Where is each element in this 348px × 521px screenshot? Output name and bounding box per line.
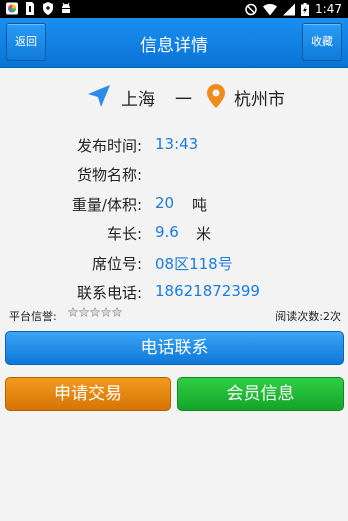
detail-contact-phone: 联系电话: 18621872399 [0,279,348,303]
vehicle-length-label: 车长: [106,225,142,243]
detail-publish-time: 发布时间: 13:43 [0,132,348,156]
detail-goods-name: 货物名称: [0,161,348,185]
goods-name-label: 货物名称: [76,166,142,184]
location-pin-icon [207,84,225,108]
signal-icon [283,3,296,15]
contact-phone-value[interactable]: 18621872399 [155,282,260,300]
detail-vehicle-length: 车长: 9.6 米 [0,220,348,244]
android-debug-icon [62,2,70,13]
destination-city: 杭州市 [234,90,285,110]
publish-time-label: 发布时间: [76,137,142,155]
navigation-arrow-icon [88,85,110,107]
status-time: 1:47 [315,2,342,16]
colorful-app-icon [6,2,18,15]
weight-volume-value: 20 [155,194,175,212]
sim-card-icon [26,2,34,15]
seat-number-value: 08区118号 [155,255,233,273]
route-row: 上海 一 杭州市 [0,80,348,112]
apply-trade-button[interactable]: 申请交易 [5,377,171,411]
member-info-button[interactable]: 会员信息 [177,377,344,411]
length-unit: 米 [196,225,212,243]
star-icon [68,307,78,317]
star-icon [101,307,111,317]
status-bar: 1:47 [0,0,348,18]
page-title: 信息详情 [140,36,208,56]
rating-line: 平台信誉: 阅读次数:2次 [0,306,348,324]
star-icon [90,307,100,317]
weight-unit: 吨 [192,196,208,214]
battery-charging-icon [301,2,310,16]
star-icon [79,307,89,317]
do-not-disturb-icon [245,3,257,15]
status-right-icons: 1:47 [245,1,342,17]
detail-seat-number: 席位号: 08区118号 [0,250,348,274]
reputation-stars [68,307,122,317]
favorite-button[interactable]: 收藏 [302,23,342,61]
weight-volume-label: 重量/体积: [71,196,142,214]
platform-reputation-label: 平台信誉: [9,310,57,323]
read-count: 阅读次数:2次 [275,310,341,323]
status-left-icons [6,2,72,15]
route-separator: 一 [175,90,192,110]
title-bar: 返回 信息详情 收藏 [0,18,348,68]
call-button[interactable]: 电话联系 [5,331,344,365]
contact-phone-label: 联系电话: [76,284,142,302]
vehicle-length-value: 9.6 [155,223,179,241]
detail-weight-volume: 重量/体积: 20 吨 [0,191,348,215]
origin-city: 上海 [121,90,155,110]
star-icon [112,307,122,317]
shield-icon [43,2,53,15]
wifi-icon [263,3,278,16]
seat-number-label: 席位号: [91,255,142,273]
publish-time-value: 13:43 [155,135,199,153]
